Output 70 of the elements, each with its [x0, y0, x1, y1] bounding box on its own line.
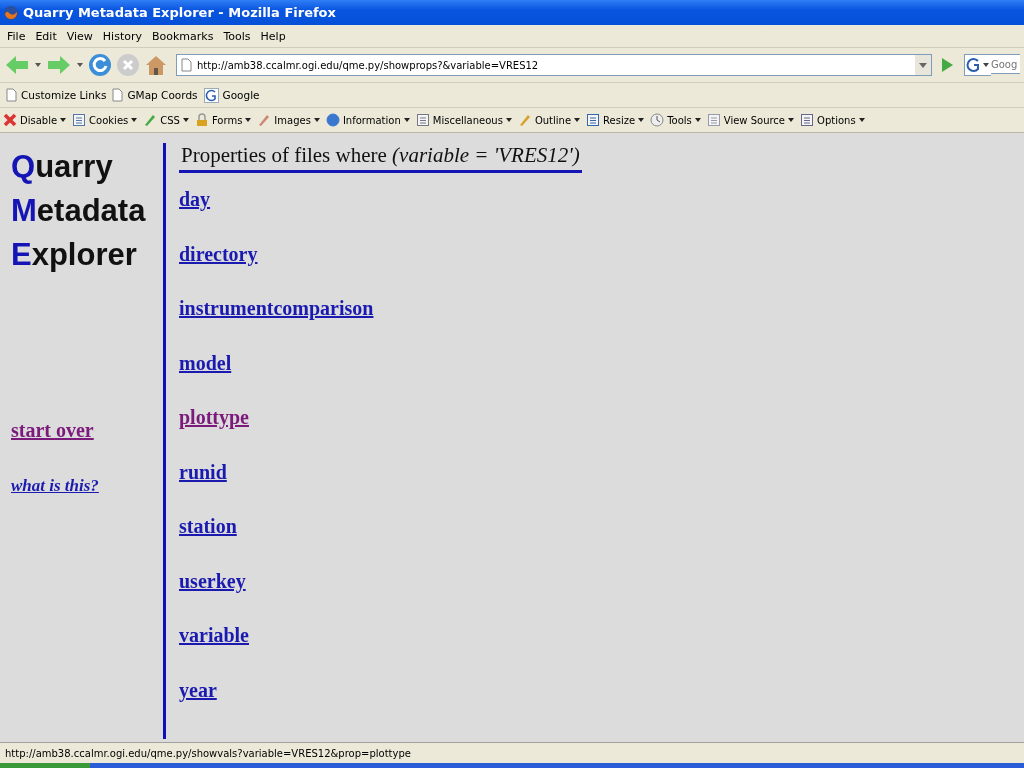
pencil-icon — [517, 113, 532, 127]
property-link[interactable]: variable — [179, 623, 249, 648]
reload-icon[interactable] — [88, 53, 112, 77]
dropdown-caret-icon — [574, 118, 581, 122]
side-link[interactable]: what is this? — [11, 476, 99, 496]
toolbar-menu-button[interactable]: Disable — [3, 113, 67, 127]
menu-item[interactable]: Edit — [30, 29, 62, 43]
logo-word: Quarry — [11, 148, 114, 186]
toolbar-menu-button[interactable]: Outline — [517, 113, 581, 127]
bookmark-link[interactable]: Customize Links — [21, 89, 107, 101]
toolbar-menu-button[interactable]: Options — [800, 113, 865, 127]
menu-item[interactable]: View — [61, 29, 98, 43]
property-link[interactable]: day — [179, 187, 211, 212]
dropdown-caret-icon[interactable] — [915, 55, 931, 75]
list-icon — [415, 113, 430, 127]
menu-item[interactable]: Bookmarks — [147, 29, 219, 43]
dropdown-caret-icon — [182, 118, 189, 122]
dropdown-caret-icon — [313, 118, 320, 122]
page-icon — [6, 88, 17, 102]
dropdown-caret-icon[interactable] — [34, 62, 42, 68]
browser-logo-icon — [3, 4, 19, 21]
property-link[interactable]: runid — [179, 459, 227, 485]
property-link[interactable]: instrumentcomparison — [179, 296, 374, 321]
bookmark-link[interactable]: GMap Coords — [127, 89, 198, 101]
dropdown-caret-icon — [694, 118, 701, 122]
cross-icon — [3, 113, 17, 127]
window-title: Quarry Metadata Explorer - Mozilla Firefox — [23, 5, 336, 20]
toolbar-menu-button[interactable]: CSS — [143, 113, 189, 127]
bookmark-link[interactable]: Google — [222, 89, 260, 101]
menu-item[interactable]: File — [2, 29, 31, 43]
toolbar-menu-button[interactable]: Miscellaneous — [415, 113, 512, 127]
dropdown-caret-icon — [638, 118, 645, 122]
logo-word: Explorer — [11, 236, 138, 274]
toolbar-menu-button[interactable]: Resize — [586, 113, 645, 127]
dropdown-caret-icon — [858, 118, 865, 122]
lock-icon — [194, 113, 209, 127]
dropdown-caret-icon — [403, 118, 410, 122]
clock-icon — [650, 113, 665, 127]
dropdown-caret-icon — [60, 118, 67, 122]
menu-item[interactable]: Tools — [218, 29, 256, 43]
toolbar-menu-button[interactable]: Forms — [194, 113, 252, 127]
logo-word: Metadata — [11, 192, 147, 230]
page-icon — [112, 88, 124, 102]
property-link[interactable]: station — [179, 514, 237, 539]
search-field[interactable]: Goog — [991, 54, 1020, 74]
property-link[interactable]: userkey — [179, 568, 246, 594]
page-icon — [181, 58, 192, 72]
toolbar-menu-button[interactable]: Cookies — [72, 113, 138, 127]
dropdown-caret-icon — [505, 118, 512, 122]
dropdown-caret-icon — [788, 118, 795, 122]
toolbar-menu-button[interactable]: Images — [257, 113, 320, 127]
menu-item[interactable]: Help — [255, 29, 291, 43]
home-icon[interactable] — [144, 53, 168, 77]
dropdown-caret-icon — [131, 118, 138, 122]
toolbar-menu-button[interactable]: Information — [325, 113, 410, 127]
info-icon — [325, 113, 340, 127]
page-heading: Properties of files where (variable = 'VRES12') — [179, 143, 582, 173]
menu-item[interactable]: History — [97, 29, 147, 43]
property-link[interactable]: year — [179, 677, 217, 703]
property-link[interactable]: plottype — [179, 405, 249, 430]
google-icon — [203, 87, 219, 103]
dropdown-caret-icon — [245, 118, 252, 122]
property-link[interactable]: model — [179, 350, 232, 376]
toolbar-menu-button[interactable]: Tools — [650, 113, 701, 127]
toolbar-menu-button[interactable]: View Source — [706, 113, 795, 127]
property-link[interactable]: directory — [179, 241, 258, 267]
dropdown-caret-icon[interactable] — [76, 62, 84, 68]
address-field[interactable]: http://amb38.ccalmr.ogi.edu/qme.py/showprops?&variable=VRES12 — [176, 54, 932, 76]
side-link[interactable]: start over — [11, 419, 94, 442]
search-engine-icon[interactable] — [964, 54, 991, 76]
